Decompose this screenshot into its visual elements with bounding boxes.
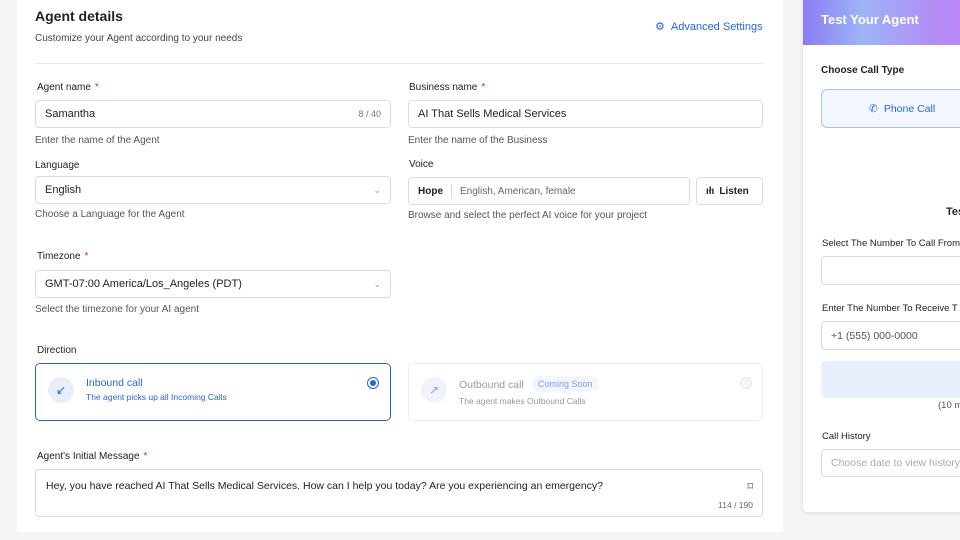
- duration-note: (10 m: [938, 400, 960, 411]
- outbound-radio: [740, 377, 752, 389]
- inbound-call-option[interactable]: ↙ Inbound call The agent picks up all In…: [35, 363, 391, 421]
- tag-icon[interactable]: ⌑: [747, 480, 753, 493]
- voice-select[interactable]: Hope English, American, female: [408, 177, 690, 205]
- advanced-settings-link[interactable]: ⚙ Advanced Settings: [655, 20, 763, 34]
- timezone-label: Timezone *: [37, 251, 89, 262]
- agent-details-card: Agent details Customize your Agent accor…: [17, 0, 783, 532]
- arrow-up-right-icon: ↗: [421, 377, 447, 403]
- language-label: Language: [35, 160, 80, 171]
- divider: [35, 63, 763, 64]
- page-subtitle: Customize your Agent according to your n…: [35, 33, 243, 44]
- to-number-label: Enter The Number To Receive T: [822, 303, 958, 314]
- language-help: Choose a Language for the Agent: [35, 209, 185, 220]
- message-counter: 114 / 190: [718, 500, 753, 510]
- page-title: Agent details: [35, 8, 123, 24]
- business-name-help: Enter the name of the Business: [408, 135, 548, 146]
- test-section-title: Tes: [946, 206, 960, 218]
- test-agent-panel: Test Your Agent Choose Call Type ✆ Phone …: [803, 0, 960, 512]
- business-name-input[interactable]: AI That Sells Medical Services: [408, 100, 763, 128]
- outbound-desc: The agent makes Outbound Calls: [459, 396, 586, 406]
- inbound-radio[interactable]: [367, 377, 379, 389]
- test-panel-title: Test Your Agent: [803, 0, 960, 45]
- phone-icon: ✆: [869, 102, 878, 115]
- inbound-title: Inbound call: [86, 377, 143, 389]
- coming-soon-badge: Coming Soon: [532, 376, 599, 392]
- timezone-select[interactable]: GMT-07:00 America/Los_Angeles (PDT) ⌄: [35, 270, 391, 298]
- gear-icon: ⚙: [655, 21, 665, 33]
- voice-label: Voice: [409, 159, 434, 170]
- outbound-call-option: ↗ Outbound call Coming Soon The agent ma…: [408, 363, 763, 421]
- voice-help: Browse and select the perfect AI voice f…: [408, 210, 648, 221]
- agent-name-input[interactable]: Samantha 8 / 40: [35, 100, 391, 128]
- arrow-down-left-icon: ↙: [48, 377, 74, 403]
- chevron-down-icon: ⌄: [373, 278, 381, 289]
- outbound-title: Outbound call: [459, 379, 524, 391]
- phone-call-button[interactable]: ✆ Phone Call: [821, 89, 960, 128]
- start-test-call-button[interactable]: [821, 361, 960, 398]
- initial-message-label: Agent's Initial Message *: [37, 451, 148, 462]
- agent-name-help: Enter the name of the Agent: [35, 135, 160, 146]
- call-history-date-input[interactable]: Choose date to view history: [821, 449, 960, 477]
- chevron-down-icon: ⌄: [373, 184, 381, 195]
- language-select[interactable]: English ⌄: [35, 176, 391, 204]
- business-name-label: Business name *: [409, 82, 486, 93]
- agent-name-label: Agent name *: [37, 82, 99, 93]
- from-number-select[interactable]: [821, 256, 960, 285]
- timezone-help: Select the timezone for your AI agent: [35, 304, 199, 315]
- listen-button[interactable]: ıłı Listen: [696, 177, 763, 205]
- initial-message-textarea[interactable]: Hey, you have reached AI That Sells Medi…: [35, 469, 763, 517]
- call-type-label: Choose Call Type: [821, 65, 905, 76]
- from-number-label: Select The Number To Call From: [822, 238, 960, 249]
- agent-name-counter: 8 / 40: [358, 109, 381, 119]
- inbound-desc: The agent picks up all Incoming Calls: [86, 392, 227, 402]
- waveform-icon: ıłı: [706, 185, 715, 197]
- call-history-label: Call History: [822, 431, 871, 442]
- to-number-input[interactable]: +1 (555) 000-0000: [821, 321, 960, 350]
- direction-label: Direction: [37, 345, 77, 356]
